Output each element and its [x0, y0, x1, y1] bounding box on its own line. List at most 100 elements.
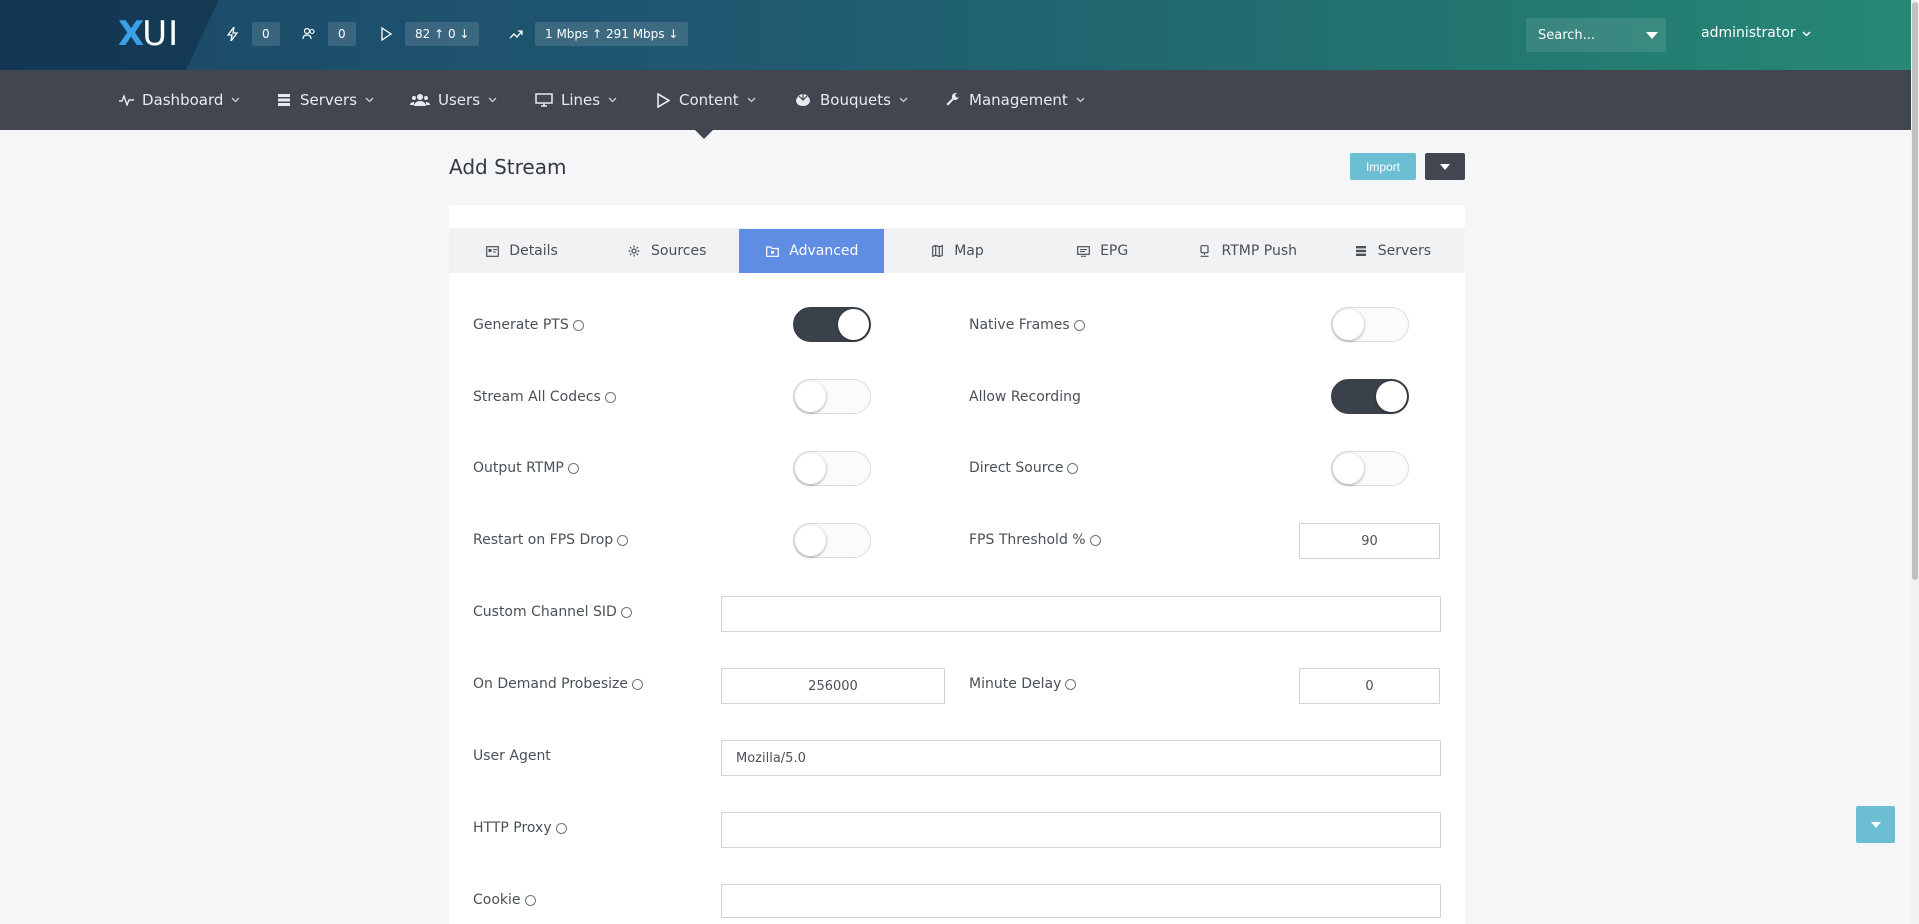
nav-dashboard[interactable]: Dashboard	[118, 70, 241, 130]
bouquet-icon	[794, 92, 812, 108]
help-icon[interactable]	[620, 606, 632, 618]
label-text: HTTP Proxy	[473, 820, 552, 836]
user-menu[interactable]: administrator	[1701, 25, 1811, 41]
toggle-knob	[795, 525, 826, 556]
stat-streams[interactable]: 82 ↑ 0 ↓	[379, 22, 480, 46]
import-button[interactable]: Import	[1350, 153, 1416, 180]
http-proxy-input[interactable]	[721, 812, 1441, 848]
help-icon[interactable]	[632, 678, 644, 690]
help-icon[interactable]	[555, 822, 567, 834]
nav-bouquets[interactable]: Bouquets	[794, 70, 909, 130]
restart-fps-drop-toggle[interactable]	[793, 523, 871, 558]
native-frames-label: Native Frames	[969, 317, 1085, 333]
minute-delay-label: Minute Delay	[969, 676, 1077, 692]
search-dropdown[interactable]: Search...	[1526, 18, 1666, 52]
tab-details[interactable]: Details	[449, 229, 594, 273]
help-icon[interactable]	[1089, 534, 1101, 546]
screen-icon	[1076, 244, 1090, 258]
user-agent-input[interactable]	[721, 740, 1441, 776]
help-icon[interactable]	[572, 319, 584, 331]
tab-map[interactable]: Map	[884, 229, 1029, 273]
help-icon[interactable]	[1067, 462, 1079, 474]
tab-advanced[interactable]: Advanced	[739, 229, 885, 273]
help-icon[interactable]	[1073, 319, 1085, 331]
nav-users[interactable]: Users	[410, 70, 498, 130]
stat-value: 0	[252, 22, 280, 46]
activity-icon	[118, 92, 134, 108]
allow-recording-toggle[interactable]	[1331, 379, 1409, 414]
chevron-down-icon	[231, 95, 241, 105]
play-icon	[379, 27, 393, 41]
label-text: FPS Threshold %	[969, 532, 1086, 548]
stream-all-codecs-toggle[interactable]	[793, 379, 871, 414]
help-icon[interactable]	[567, 462, 579, 474]
server-icon	[1354, 244, 1368, 258]
generate-pts-toggle[interactable]	[793, 307, 871, 342]
nav-label: Content	[679, 91, 739, 109]
id-card-icon	[485, 244, 499, 258]
help-icon[interactable]	[617, 534, 629, 546]
toggle-knob	[795, 381, 826, 412]
native-frames-toggle[interactable]	[1331, 307, 1409, 342]
scroll-menu-button[interactable]	[1856, 806, 1895, 843]
server-icon	[276, 92, 292, 108]
label-text: Cookie	[473, 892, 521, 908]
allow-recording-label: Allow Recording	[969, 389, 1081, 405]
nav-management[interactable]: Management	[945, 70, 1086, 130]
direct-source-toggle[interactable]	[1331, 451, 1409, 486]
bolt-icon	[226, 27, 240, 41]
on-demand-probesize-input[interactable]	[721, 668, 945, 704]
scrollbar-thumb[interactable]	[1912, 2, 1918, 580]
caret-down-icon	[1870, 821, 1881, 828]
help-icon[interactable]	[1065, 678, 1077, 690]
help-icon[interactable]	[604, 391, 616, 403]
users-icon	[302, 27, 316, 41]
chevron-down-icon	[747, 95, 757, 105]
nav-lines[interactable]: Lines	[535, 70, 618, 130]
upload-icon	[1198, 244, 1212, 258]
stat-connections[interactable]: 0	[226, 22, 280, 46]
stat-value: 0	[328, 22, 356, 46]
xui-logo[interactable]: X UI	[118, 14, 179, 54]
label-text: User Agent	[473, 748, 551, 764]
card-header	[449, 205, 1465, 229]
restart-fps-drop-label: Restart on FPS Drop	[473, 532, 629, 548]
play-icon	[655, 92, 671, 108]
help-icon[interactable]	[524, 894, 536, 906]
nav-servers[interactable]: Servers	[276, 70, 375, 130]
label-text: Minute Delay	[969, 676, 1062, 692]
map-icon	[930, 244, 944, 258]
cookie-input[interactable]	[721, 884, 1441, 918]
nav-content[interactable]: Content	[655, 70, 757, 130]
chevron-down-icon	[1802, 25, 1811, 41]
minute-delay-input[interactable]	[1299, 668, 1440, 704]
nav-label: Lines	[561, 91, 601, 109]
tab-rtmp-push[interactable]: RTMP Push	[1175, 229, 1320, 273]
toggle-knob	[1333, 453, 1364, 484]
stat-bandwidth[interactable]: 1 Mbps ↑ 291 Mbps ↓	[509, 22, 689, 46]
nav-label: Bouquets	[820, 91, 891, 109]
wrench-icon	[945, 92, 961, 108]
label-text: Allow Recording	[969, 389, 1081, 405]
tab-label: EPG	[1100, 243, 1129, 259]
monitor-icon	[535, 92, 553, 108]
import-options-button[interactable]	[1425, 153, 1465, 180]
nav-label: Users	[438, 91, 481, 109]
direct-source-label: Direct Source	[969, 460, 1079, 476]
gear-icon	[627, 244, 641, 258]
logo-ui: UI	[142, 14, 180, 54]
tab-label: Sources	[651, 243, 707, 259]
tab-label: Details	[509, 243, 558, 259]
output-rtmp-toggle[interactable]	[793, 451, 871, 486]
tab-servers[interactable]: Servers	[1320, 229, 1465, 273]
tab-epg[interactable]: EPG	[1030, 229, 1175, 273]
custom-channel-sid-input[interactable]	[721, 596, 1441, 632]
user-agent-label: User Agent	[473, 748, 551, 764]
stat-users[interactable]: 0	[302, 22, 356, 46]
label-text: On Demand Probesize	[473, 676, 629, 692]
logo-x: X	[118, 14, 144, 54]
tab-sources[interactable]: Sources	[594, 229, 739, 273]
fps-threshold-input[interactable]	[1299, 523, 1440, 559]
generate-pts-label: Generate PTS	[473, 317, 584, 333]
caret-down-icon	[1646, 32, 1658, 39]
